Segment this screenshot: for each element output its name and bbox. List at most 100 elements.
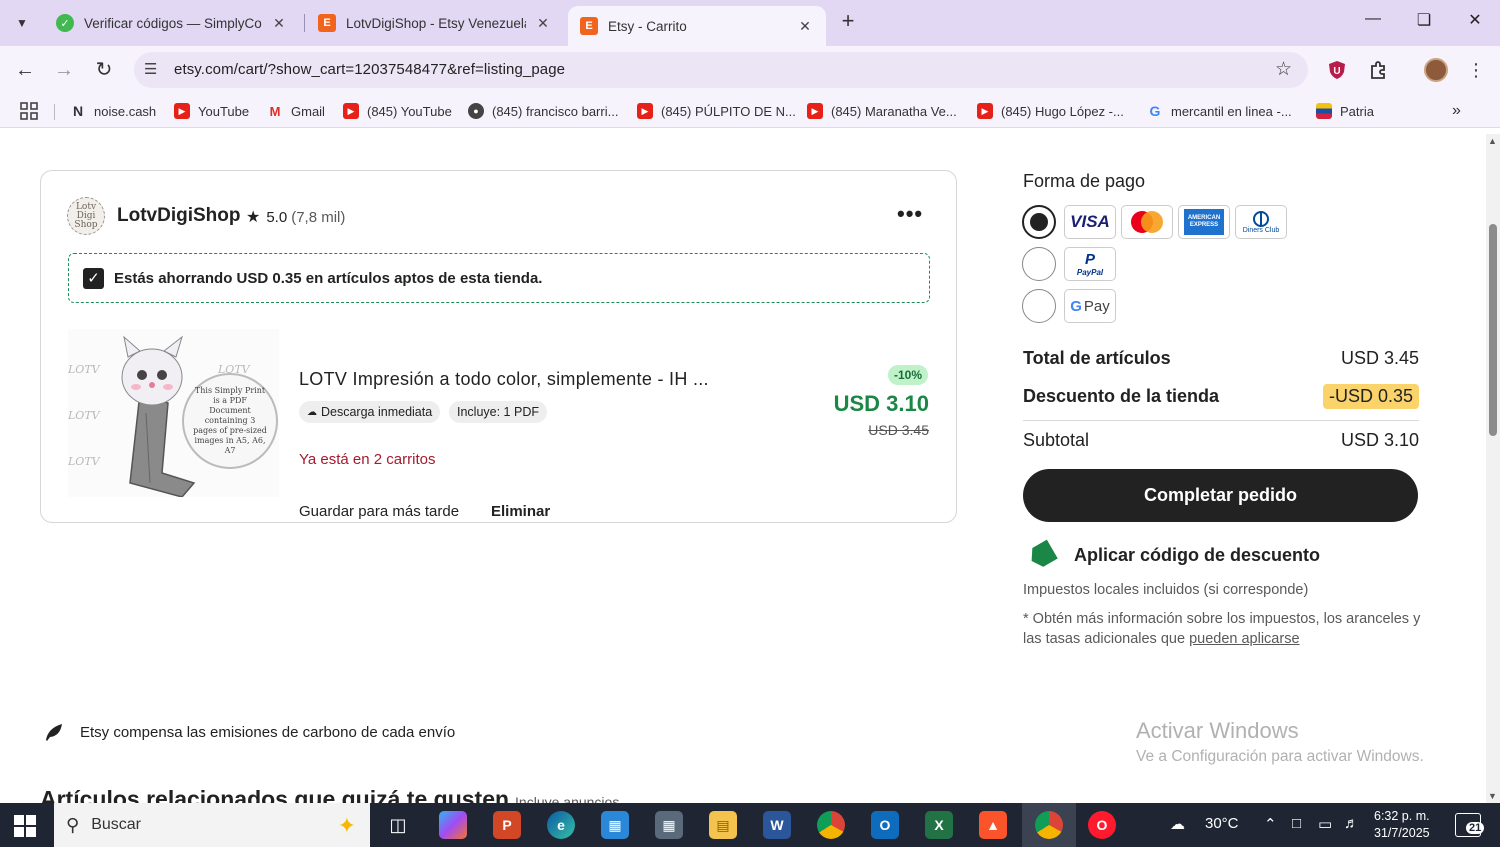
tab-simplycodes[interactable]: ✓ Verificar códigos — SimplyCod ✕ — [44, 6, 300, 40]
chrome-icon[interactable] — [1035, 811, 1063, 839]
bookmark-noise-cash[interactable]: N noise.cash — [70, 101, 156, 121]
notification-count: 21 — [1466, 822, 1485, 834]
scroll-down-icon[interactable]: ▼ — [1488, 791, 1497, 801]
shop-discount-value: -USD 0.35 — [1322, 384, 1419, 409]
tab-separator — [304, 14, 305, 32]
network-icon[interactable]: ▭ — [1318, 815, 1332, 833]
shop-name-link[interactable]: LotvDigiShop — [117, 205, 240, 227]
more-bookmarks-icon[interactable]: » — [1452, 101, 1461, 121]
bookmark-gmail[interactable]: M Gmail — [267, 101, 325, 121]
apply-coupon-link[interactable]: Aplicar código de descuento — [1030, 544, 1320, 566]
windows-start-icon[interactable] — [14, 815, 36, 837]
items-total-row: Total de artículos USD 3.45 — [1023, 348, 1419, 369]
more-options-icon[interactable]: ••• — [897, 201, 923, 227]
weather-icon[interactable]: ☁ — [1170, 815, 1185, 833]
opera-icon[interactable]: O — [1088, 811, 1116, 839]
bookmark-pulpito[interactable]: ▶ (845) PÚLPITO DE N... — [637, 101, 796, 121]
close-icon[interactable]: ✕ — [270, 15, 288, 32]
payment-paypal-radio[interactable] — [1022, 247, 1056, 281]
bookmark-patria[interactable]: Patria — [1316, 101, 1374, 121]
windows-taskbar: ⚲ Buscar ✦ ◫ P e ▦ ▦ ▤ W O X ▲ O ☁ 30°C … — [0, 803, 1500, 847]
show-hidden-icons-chevron-up-icon[interactable]: ⌃ — [1264, 815, 1277, 833]
bookmark-youtube-845[interactable]: ▶ (845) YouTube — [343, 101, 452, 121]
close-icon[interactable]: ✕ — [534, 15, 552, 32]
microsoft-store-icon[interactable]: ▦ — [601, 811, 629, 839]
remove-button[interactable]: Eliminar — [491, 503, 550, 520]
star-icon: ★ — [246, 209, 261, 226]
patria-icon — [1316, 103, 1332, 119]
calculator-icon[interactable]: ▦ — [655, 811, 683, 839]
site-settings-icon[interactable]: ☰ — [144, 60, 157, 78]
copilot-icon[interactable] — [439, 811, 467, 839]
paypal-icon: P PayPal — [1064, 247, 1116, 281]
bookmark-mercantil[interactable]: G mercantil en linea -... — [1147, 101, 1292, 121]
bookmark-label: Gmail — [291, 103, 325, 119]
chrome-profile-icon[interactable] — [817, 811, 845, 839]
temperature[interactable]: 30°C — [1205, 815, 1239, 832]
system-clock[interactable]: 6:32 p. m. 31/7/2025 — [1374, 808, 1430, 842]
tab-title: Etsy - Carrito — [608, 18, 687, 34]
forward-button[interactable]: → — [51, 58, 77, 84]
ublock-extension-icon[interactable]: U — [1325, 58, 1349, 82]
notification-center-icon[interactable]: 21 — [1455, 813, 1485, 837]
edge-icon[interactable]: e — [547, 811, 575, 839]
tab-lotvdigishop[interactable]: E LotvDigiShop - Etsy Venezuela ✕ — [306, 6, 564, 40]
google-icon: G — [1149, 103, 1161, 119]
page-scrollbar[interactable]: ▲ ▼ — [1486, 134, 1500, 803]
close-icon[interactable]: ✕ — [796, 18, 814, 35]
brave-icon[interactable]: ▲ — [979, 811, 1007, 839]
scroll-up-icon[interactable]: ▲ — [1488, 136, 1497, 146]
youtube-icon: ▶ — [977, 103, 993, 119]
may-apply-link[interactable]: pueden aplicarse — [1189, 631, 1299, 647]
address-bar[interactable]: ☰ etsy.com/cart/?show_cart=12037548477&r… — [134, 52, 1308, 88]
browser-menu-icon[interactable]: ⋮ — [1464, 58, 1488, 82]
url-text[interactable]: etsy.com/cart/?show_cart=12037548477&ref… — [174, 61, 565, 78]
extensions-puzzle-icon[interactable] — [1366, 58, 1390, 82]
bookmark-label: mercantil en linea -... — [1171, 103, 1292, 119]
powerpoint-icon[interactable]: P — [493, 811, 521, 839]
taskbar-search[interactable]: ⚲ Buscar ✦ — [54, 803, 370, 847]
apps-grid-icon[interactable] — [20, 101, 38, 121]
tab-bar: ▼ ✓ Verificar códigos — SimplyCod ✕ E Lo… — [0, 0, 1500, 46]
bookmark-star-icon[interactable]: ☆ — [1275, 58, 1292, 81]
bookmark-label: noise.cash — [94, 103, 157, 119]
bookmark-maranatha[interactable]: ▶ (845) Maranatha Ve... — [807, 101, 957, 121]
save-for-later-button[interactable]: Guardar para más tarde — [299, 503, 459, 520]
item-title-link[interactable]: LOTV Impresión a todo color, simplemente… — [299, 369, 709, 390]
amex-icon: AMERICAN EXPRESS — [1178, 205, 1230, 239]
excel-icon[interactable]: X — [925, 811, 953, 839]
tab-search-button[interactable]: ▼ — [8, 9, 36, 37]
youtube-icon: ▶ — [343, 103, 359, 119]
tab-etsy-cart[interactable]: E Etsy - Carrito ✕ — [568, 6, 826, 46]
bookmark-hugo-lopez[interactable]: ▶ (845) Hugo López -... — [977, 101, 1124, 121]
back-button[interactable]: ← — [12, 58, 38, 84]
profile-avatar[interactable] — [1424, 58, 1448, 82]
payment-card-radio[interactable] — [1022, 205, 1056, 239]
reload-button[interactable]: ↻ — [91, 58, 117, 84]
restore-button[interactable]: ❏ — [1409, 10, 1439, 34]
visa-icon: VISA — [1064, 205, 1116, 239]
scrollbar-thumb[interactable] — [1489, 224, 1497, 436]
outlook-icon[interactable]: O — [871, 811, 899, 839]
shop-logo[interactable]: Lotv Digi Shop — [67, 197, 105, 235]
bookmarks-bar: N noise.cash ▶ YouTube M Gmail ▶ (845) Y… — [0, 94, 1500, 128]
includes-ads-label[interactable]: Incluye anuncios — [515, 794, 619, 803]
task-view-icon[interactable]: ◫ — [384, 811, 412, 839]
meet-now-icon[interactable]: □ — [1292, 815, 1301, 832]
window-close-button[interactable]: ✕ — [1460, 10, 1490, 34]
bookmark-youtube[interactable]: ▶ YouTube — [174, 101, 249, 121]
item-price: USD 3.10 — [833, 391, 929, 416]
search-placeholder: Buscar — [91, 816, 141, 833]
includes-chip: Incluye: 1 PDF — [449, 401, 547, 423]
checkbox-checked-icon[interactable]: ✓ — [83, 267, 104, 289]
new-tab-button[interactable]: + — [836, 10, 860, 34]
payment-gpay-radio[interactable] — [1022, 289, 1056, 323]
minimize-button[interactable]: — — [1358, 10, 1388, 34]
file-explorer-icon[interactable]: ▤ — [709, 811, 737, 839]
word-icon[interactable]: W — [763, 811, 791, 839]
complete-order-button[interactable]: Completar pedido — [1023, 469, 1418, 522]
bookmark-francisco[interactable]: ● (845) francisco barri... — [468, 101, 618, 121]
savings-text: Estás ahorrando USD 0.35 en artículos ap… — [114, 269, 543, 287]
item-thumbnail[interactable]: LOTV LOTV LOTV LOTV This Simply Print is… — [68, 329, 279, 497]
volume-icon[interactable]: ♬ — [1344, 815, 1359, 832]
